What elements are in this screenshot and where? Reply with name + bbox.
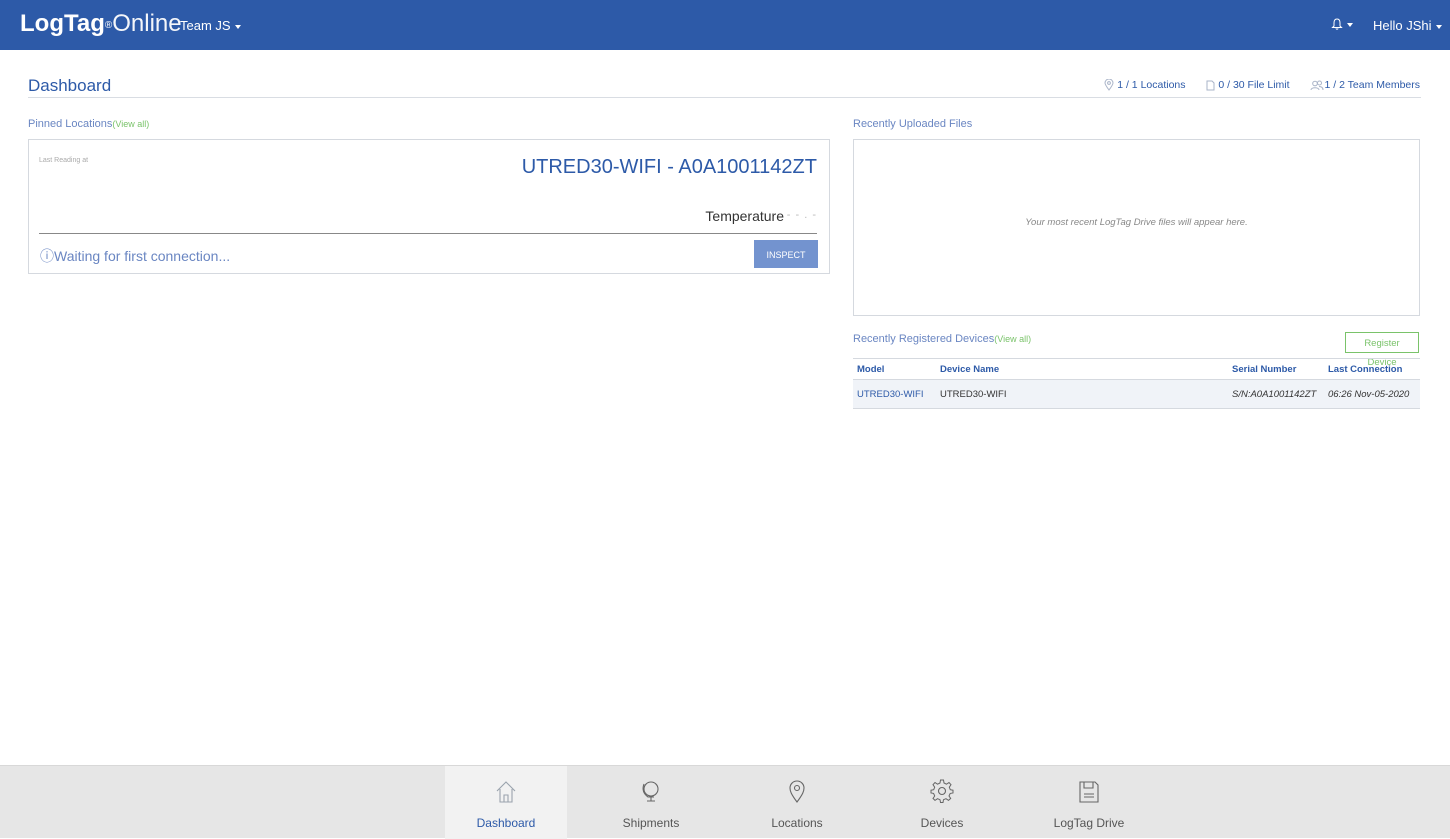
locations-stat: 1 / 1 Locations xyxy=(1104,78,1186,92)
last-connection-cell: 06:26 Nov-05-2020 xyxy=(1324,379,1420,409)
bottom-nav-bar: Dashboard Shipments Locations Devices Lo… xyxy=(0,765,1450,839)
users-icon xyxy=(1310,80,1324,90)
devices-view-all-link[interactable]: (View all) xyxy=(994,334,1031,344)
files-stat: 0 / 30 File Limit xyxy=(1206,79,1290,91)
recent-files-heading: Recently Uploaded Files xyxy=(853,118,973,130)
recent-files-panel: Your most recent LogTag Drive files will… xyxy=(853,139,1420,316)
nav-devices[interactable]: Devices xyxy=(881,766,1003,839)
usage-stats: 1 / 1 Locations 0 / 30 File Limit 1 / 2 … xyxy=(1086,78,1420,92)
column-header-model[interactable]: Model xyxy=(853,358,936,380)
serial-number-cell: S/N:A0A1001142ZT xyxy=(1228,379,1324,409)
recent-devices-heading: Recently Registered Devices(View all) xyxy=(853,333,1031,345)
page-title: Dashboard xyxy=(28,76,112,95)
user-menu[interactable]: Hello JShi xyxy=(1373,18,1442,33)
user-greeting: Hello JShi xyxy=(1373,18,1432,33)
temperature-label: Temperature xyxy=(705,208,784,224)
last-reading-label: Last Reading at xyxy=(39,157,89,164)
top-nav-bar: LogTag®Online Team JS Hello JShi xyxy=(0,0,1450,50)
nav-dashboard[interactable]: Dashboard xyxy=(445,766,567,839)
location-pin-icon xyxy=(1104,78,1114,92)
pinned-view-all-link[interactable]: (View all) xyxy=(112,119,149,129)
members-stat: 1 / 2 Team Members xyxy=(1310,79,1420,91)
floppy-disk-icon xyxy=(1079,781,1099,803)
chevron-down-icon xyxy=(1347,22,1353,27)
nav-logtag-drive-label: LogTag Drive xyxy=(1053,816,1125,830)
table-header-row: Model Device Name Serial Number Last Con… xyxy=(853,358,1420,380)
nav-locations-label: Locations xyxy=(771,816,823,830)
column-header-last-connection[interactable]: Last Connection xyxy=(1324,358,1420,380)
notifications-button[interactable] xyxy=(1331,16,1353,31)
locations-count: 1 / 1 Locations xyxy=(1117,79,1186,91)
bell-icon xyxy=(1331,18,1343,30)
temperature-value: - - . - xyxy=(786,209,817,221)
logo-online-text: Online xyxy=(112,10,182,37)
column-header-serial-number[interactable]: Serial Number xyxy=(1228,358,1324,380)
nav-shipments[interactable]: Shipments xyxy=(590,766,712,839)
device-title[interactable]: UTRED30-WIFI - A0A1001142ZT xyxy=(522,156,817,179)
table-row[interactable]: UTRED30-WIFI UTRED30-WIFI S/N:A0A1001142… xyxy=(853,379,1420,409)
nav-locations[interactable]: Locations xyxy=(736,766,858,839)
connection-status: ⓘWaiting for first connection... xyxy=(40,248,231,264)
files-empty-message: Your most recent LogTag Drive files will… xyxy=(1025,217,1248,228)
column-header-device-name[interactable]: Device Name xyxy=(936,358,1228,380)
chevron-down-icon xyxy=(234,24,241,29)
inspect-button[interactable]: INSPECT xyxy=(754,240,818,268)
members-count: 1 / 2 Team Members xyxy=(1324,79,1420,91)
devices-table: Model Device Name Serial Number Last Con… xyxy=(853,358,1420,409)
recent-devices-label: Recently Registered Devices xyxy=(853,333,995,345)
location-pin-icon xyxy=(789,780,805,803)
chevron-down-icon xyxy=(1435,24,1442,29)
team-label: Team JS xyxy=(180,18,231,33)
pinned-location-card: Last Reading at UTRED30-WIFI - A0A100114… xyxy=(28,139,830,274)
gear-icon xyxy=(930,779,954,803)
nav-devices-label: Devices xyxy=(920,816,964,830)
nav-logtag-drive[interactable]: LogTag Drive xyxy=(1028,766,1150,839)
files-count: 0 / 30 File Limit xyxy=(1218,79,1290,91)
pinned-locations-label: Pinned Locations xyxy=(28,118,113,130)
nav-shipments-label: Shipments xyxy=(622,816,680,830)
device-model-link[interactable]: UTRED30-WIFI xyxy=(853,379,936,409)
nav-dashboard-label: Dashboard xyxy=(476,816,536,830)
logo-text: LogTag xyxy=(20,10,105,37)
team-dropdown[interactable]: Team JS xyxy=(180,18,241,33)
globe-icon xyxy=(642,781,659,802)
register-device-button[interactable]: Register Device xyxy=(1345,332,1419,368)
home-icon xyxy=(496,781,516,803)
pinned-locations-heading: Pinned Locations(View all) xyxy=(28,118,149,130)
card-divider xyxy=(39,233,817,234)
device-name-cell: UTRED30-WIFI xyxy=(936,379,1228,409)
logtag-online-logo[interactable]: LogTag®Online xyxy=(20,10,182,38)
title-divider xyxy=(28,97,1421,98)
file-icon xyxy=(1206,80,1215,91)
